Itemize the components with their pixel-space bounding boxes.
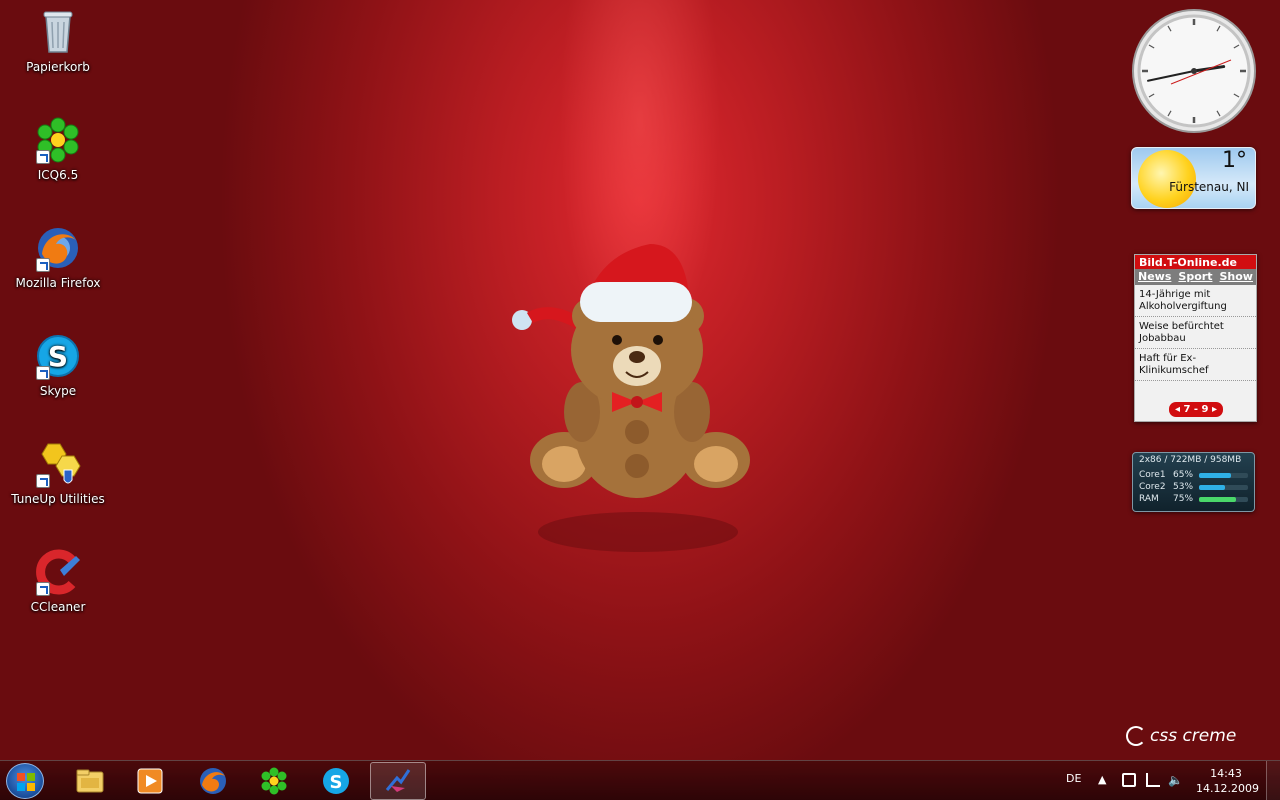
weather-temperature: 1° bbox=[1222, 148, 1247, 173]
cpu-meter-gadget[interactable]: 2x86 / 722MB / 958MB Core1 65% Core2 53%… bbox=[1132, 452, 1255, 512]
news-item[interactable]: Weise befürchtet Jobabbau bbox=[1135, 317, 1256, 349]
network-icon[interactable] bbox=[1146, 773, 1160, 787]
desktop-icon-label: Skype bbox=[39, 384, 77, 398]
shortcut-arrow-icon bbox=[36, 582, 50, 596]
taskbar: S DE ▲ 🔈 14:43 14.12.2009 bbox=[0, 760, 1280, 800]
recycle-bin-icon bbox=[34, 8, 82, 56]
cpu-row-label: RAM bbox=[1139, 494, 1159, 504]
desktop-icon-skype[interactable]: S Skype bbox=[8, 332, 108, 398]
taskbar-time: 14:43 bbox=[1210, 767, 1242, 780]
weather-gadget[interactable]: 1° Fürstenau, NI bbox=[1131, 147, 1256, 209]
start-button[interactable] bbox=[6, 763, 44, 799]
desktop-icon-label: Papierkorb bbox=[26, 60, 90, 74]
desktop-icon-recycle-bin[interactable]: Papierkorb bbox=[8, 8, 108, 74]
news-pager-label: 7 - 9 bbox=[1183, 404, 1209, 415]
taskbar-active-app-button[interactable] bbox=[370, 762, 426, 800]
language-indicator[interactable]: DE bbox=[1066, 772, 1081, 785]
desktop-icon-label: TuneUp Utilities bbox=[11, 492, 105, 506]
taskbar-firefox-button[interactable] bbox=[185, 762, 241, 800]
taskbar-media-player-button[interactable] bbox=[122, 762, 178, 800]
action-center-icon[interactable] bbox=[1122, 773, 1136, 787]
news-tabs: News Sport Show bbox=[1135, 269, 1256, 285]
cpu-row: Core2 53% bbox=[1139, 481, 1248, 493]
news-source: Bild.T-Online.de bbox=[1135, 255, 1256, 269]
weather-location: Fürstenau, NI bbox=[1169, 180, 1249, 194]
cpu-bar-fill bbox=[1199, 496, 1236, 502]
skype-icon: S bbox=[323, 768, 349, 794]
desktop-icon-icq[interactable]: ICQ6.5 bbox=[8, 116, 108, 182]
desktop-icon-tuneup[interactable]: TuneUp Utilities bbox=[8, 440, 108, 506]
taskbar-date: 14.12.2009 bbox=[1196, 782, 1259, 795]
shortcut-arrow-icon bbox=[36, 258, 50, 272]
teddy-bear-wallpaper bbox=[512, 244, 750, 552]
brand-logo-icon bbox=[1126, 726, 1146, 746]
icq-flower-icon bbox=[261, 767, 287, 795]
cpu-row-value: 53% bbox=[1173, 482, 1194, 492]
skype-icon: S bbox=[34, 332, 82, 380]
brand-text: css creme bbox=[1150, 726, 1237, 746]
cpu-bar-fill bbox=[1199, 472, 1231, 478]
news-tab-show[interactable]: Show bbox=[1220, 270, 1253, 284]
news-tab-news[interactable]: News bbox=[1138, 270, 1171, 284]
svg-text:S: S bbox=[48, 340, 68, 373]
shortcut-arrow-icon bbox=[36, 366, 50, 380]
news-pager[interactable]: ◂ 7 - 9 ▸ bbox=[1169, 402, 1223, 417]
app-active-icon bbox=[385, 769, 411, 792]
desktop-icon-label: CCleaner bbox=[30, 600, 86, 614]
volume-icon[interactable]: 🔈 bbox=[1168, 773, 1183, 787]
desktop-icon-ccleaner[interactable]: CCleaner bbox=[8, 548, 108, 614]
firefox-icon bbox=[34, 224, 82, 272]
cpu-row-bar bbox=[1199, 472, 1248, 478]
ccleaner-icon bbox=[34, 548, 82, 596]
cpu-row-label: Core1 bbox=[1139, 470, 1166, 480]
news-gadget[interactable]: Bild.T-Online.de News Sport Show 14-Jähr… bbox=[1134, 254, 1257, 422]
windows-explorer-icon bbox=[76, 769, 104, 793]
clock-gadget[interactable] bbox=[1131, 8, 1257, 134]
cpu-row-bar bbox=[1199, 484, 1248, 490]
taskbar-skype-button[interactable]: S bbox=[308, 762, 364, 800]
cpu-header: 2x86 / 722MB / 958MB bbox=[1139, 455, 1242, 465]
cpu-row-value: 75% bbox=[1173, 494, 1194, 504]
sun-icon bbox=[1138, 150, 1196, 208]
shortcut-arrow-icon bbox=[36, 150, 50, 164]
news-item[interactable]: Haft für Ex-Klinikumschef bbox=[1135, 349, 1256, 381]
firefox-icon bbox=[200, 768, 226, 794]
taskbar-explorer-button[interactable] bbox=[62, 762, 118, 800]
news-tab-sport[interactable]: Sport bbox=[1178, 270, 1212, 284]
shortcut-arrow-icon bbox=[36, 474, 50, 488]
svg-text:S: S bbox=[330, 772, 343, 793]
show-desktop-button[interactable] bbox=[1266, 761, 1280, 800]
cpu-row: RAM 75% bbox=[1139, 493, 1248, 505]
taskbar-clock[interactable]: 14:43 14.12.2009 bbox=[1196, 766, 1259, 796]
show-hidden-icons-arrow-icon[interactable]: ▲ bbox=[1098, 773, 1106, 786]
icq-flower-icon bbox=[34, 116, 82, 164]
tuneup-icon bbox=[34, 440, 82, 488]
brand-watermark: css creme bbox=[1126, 726, 1236, 746]
desktop-icon-label: Mozilla Firefox bbox=[15, 276, 101, 290]
desktop-icon-label: ICQ6.5 bbox=[37, 168, 79, 182]
cpu-bar-fill bbox=[1199, 484, 1225, 490]
taskbar-icq-button[interactable] bbox=[246, 762, 302, 800]
windows-logo-icon bbox=[17, 773, 35, 791]
cpu-row-bar bbox=[1199, 496, 1248, 502]
cpu-row-label: Core2 bbox=[1139, 482, 1166, 492]
cpu-row-value: 65% bbox=[1173, 470, 1194, 480]
desktop-icon-firefox[interactable]: Mozilla Firefox bbox=[8, 224, 108, 290]
cpu-row: Core1 65% bbox=[1139, 469, 1248, 481]
media-player-icon bbox=[137, 768, 163, 794]
news-item[interactable]: 14-Jährige mit Alkoholvergiftung bbox=[1135, 285, 1256, 317]
